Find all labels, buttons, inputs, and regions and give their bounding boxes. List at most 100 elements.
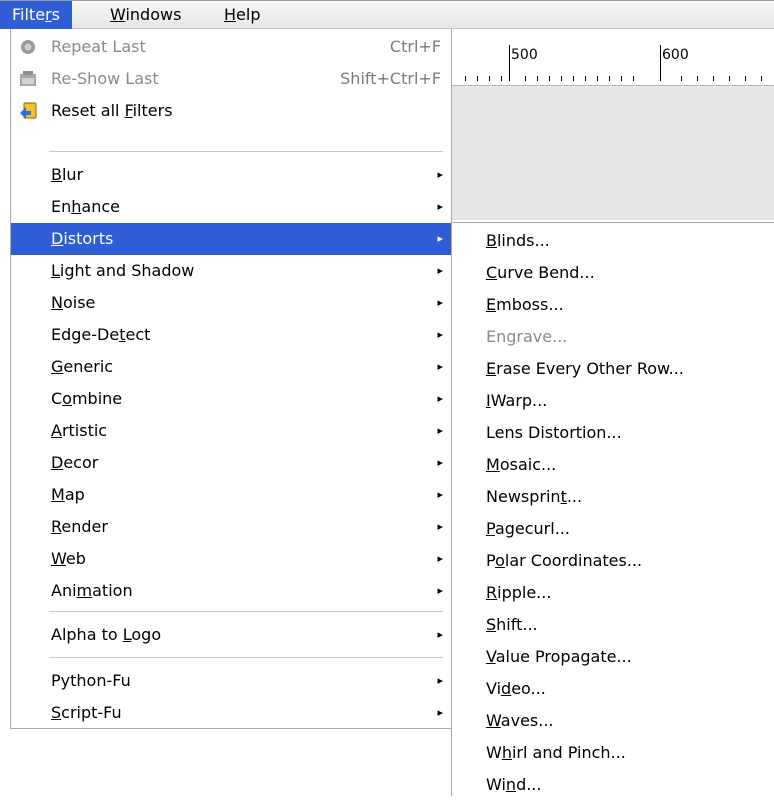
submenu-arrow-icon: ▸ [437,674,443,687]
combine-text-b: mbine [71,389,123,408]
submenu-item-iwarp[interactable]: IWarp... [452,385,774,417]
python-fu-label: Python-Fu [51,671,131,690]
menu-windows[interactable]: Windows [98,1,193,29]
menu-filters[interactable]: Filters [0,1,72,29]
menu-item-reset-all-filters[interactable]: Reset all Filters [11,95,451,127]
alpha-to-logo-label: Alpha to Logo [51,619,161,651]
animation-mnemonic: m [76,581,93,600]
menu-item-animation[interactable]: Animation ▸ [11,575,451,607]
pagecurl-mnemonic: P [486,519,495,538]
submenu-item-emboss[interactable]: Emboss... [452,289,774,321]
web-text: eb [65,549,86,568]
menu-item-artistic[interactable]: Artistic ▸ [11,415,451,447]
enhance-text-a: En [51,197,72,216]
submenu-item-newsprint[interactable]: Newsprint... [452,481,774,513]
ripple-label: Ripple... [486,577,551,609]
menu-item-map[interactable]: Map ▸ [11,479,451,511]
ripple-mnemonic: R [486,583,498,602]
mosaic-mnemonic: M [486,455,500,474]
emboss-text: mboss... [496,295,564,314]
menu-item-repeat-last[interactable]: Repeat Last Ctrl+F [11,31,451,63]
menu-item-decor[interactable]: Decor ▸ [11,447,451,479]
combine-label: Combine [51,383,122,415]
ruler-label-500: 500 [511,47,538,63]
menu-item-web[interactable]: Web ▸ [11,543,451,575]
generic-text: eneric [63,357,114,376]
menu-item-light-and-shadow[interactable]: Light and Shadow ▸ [11,255,451,287]
submenu-item-wind[interactable]: Wind... [452,769,774,801]
submenu-arrow-icon: ▸ [437,296,443,309]
blinds-label: Blinds... [486,225,550,257]
menu-item-combine[interactable]: Combine ▸ [11,383,451,415]
newsprint-text-b: ... [566,487,583,506]
combine-mnemonic: o [62,389,72,408]
engrave-label: Engrave... [486,321,567,353]
curve-mnemonic: C [486,263,498,282]
menu-item-render[interactable]: Render ▸ [11,511,451,543]
menu-item-generic[interactable]: Generic ▸ [11,351,451,383]
menu-filters-text-b: s [51,5,60,24]
whirl-label: Whirl and Pinch... [486,737,626,769]
menu-windows-text: indows [125,5,182,24]
submenu-item-value-propagate[interactable]: Value Propagate... [452,641,774,673]
submenu-item-engrave[interactable]: Engrave... [452,321,774,353]
submenu-arrow-icon: ▸ [437,392,443,405]
polar-label: Polar Coordinates... [486,545,642,577]
submenu-item-polar-coordinates[interactable]: Polar Coordinates... [452,545,774,577]
animation-text-a: Ani [51,581,77,600]
menu-item-enhance[interactable]: Enhance ▸ [11,191,451,223]
reshow-icon [20,71,36,86]
blur-text: lur [61,165,84,184]
submenu-arrow-icon: ▸ [437,424,443,437]
video-mnemonic: d [501,679,512,698]
menu-filters-text-a: Filte [12,5,46,24]
video-text-b: eo... [511,679,546,698]
reset-text-a: Reset all [51,101,125,120]
noise-text: oise [62,293,96,312]
artistic-text: rtistic [61,421,108,440]
submenu-item-ripple[interactable]: Ripple... [452,577,774,609]
menu-item-python-fu[interactable]: Python-Fu ▸ [11,665,451,697]
render-mnemonic: R [51,517,62,536]
submenu-item-pagecurl[interactable]: Pagecurl... [452,513,774,545]
combine-text-a: C [51,389,63,408]
submenu-arrow-icon: ▸ [437,488,443,501]
map-mnemonic: M [51,485,65,504]
menu-item-noise[interactable]: Noise ▸ [11,287,451,319]
submenu-item-curve-bend[interactable]: Curve Bend... [452,257,774,289]
submenu-arrow-icon: ▸ [437,200,443,213]
submenu-item-whirl-and-pinch[interactable]: Whirl and Pinch... [452,737,774,769]
repeat-icon [21,40,35,54]
menu-item-edge-detect[interactable]: Edge-Detect ▸ [11,319,451,351]
canvas-area[interactable]: 500 600 [451,29,774,220]
submenu-item-blinds[interactable]: Blinds... [452,225,774,257]
submenu-item-waves[interactable]: Waves... [452,705,774,737]
wind-text-b: d... [516,775,542,794]
video-label: Video... [486,673,546,705]
value-text: alue Propagate... [495,647,632,666]
submenu-item-erase-every-other-row[interactable]: Erase Every Other Row... [452,353,774,385]
submenu-arrow-icon: ▸ [437,520,443,533]
waves-text: aves... [500,711,554,730]
menu-help[interactable]: Help [212,1,272,29]
separator [49,151,443,152]
submenu-item-video[interactable]: Video... [452,673,774,705]
submenu-item-shift[interactable]: Shift... [452,609,774,641]
submenu-item-mosaic[interactable]: Mosaic... [452,449,774,481]
horizontal-ruler[interactable]: 500 600 [451,29,774,86]
menu-item-blur[interactable]: Blur ▸ [11,159,451,191]
filters-menu: Repeat Last Ctrl+F Re-Show Last Shift+Ct… [10,29,452,729]
reset-icon [20,102,37,119]
submenu-arrow-icon: ▸ [437,360,443,373]
blinds-mnemonic: B [486,231,497,250]
submenu-arrow-icon: ▸ [437,456,443,469]
menu-item-alpha-to-logo[interactable]: Alpha to Logo ▸ [11,619,451,651]
reset-text-b: ilters [132,101,173,120]
submenu-item-lens-distortion[interactable]: Lens Distortion... [452,417,774,449]
submenu-arrow-icon: ▸ [437,584,443,597]
menu-item-distorts[interactable]: Distorts ▸ [11,223,451,255]
erase-mnemonic: E [486,359,497,378]
repeat-last-label: Repeat Last [51,37,146,56]
menu-item-script-fu[interactable]: Script-Fu ▸ [11,697,451,729]
menu-item-reshow-last[interactable]: Re-Show Last Shift+Ctrl+F [11,63,451,95]
